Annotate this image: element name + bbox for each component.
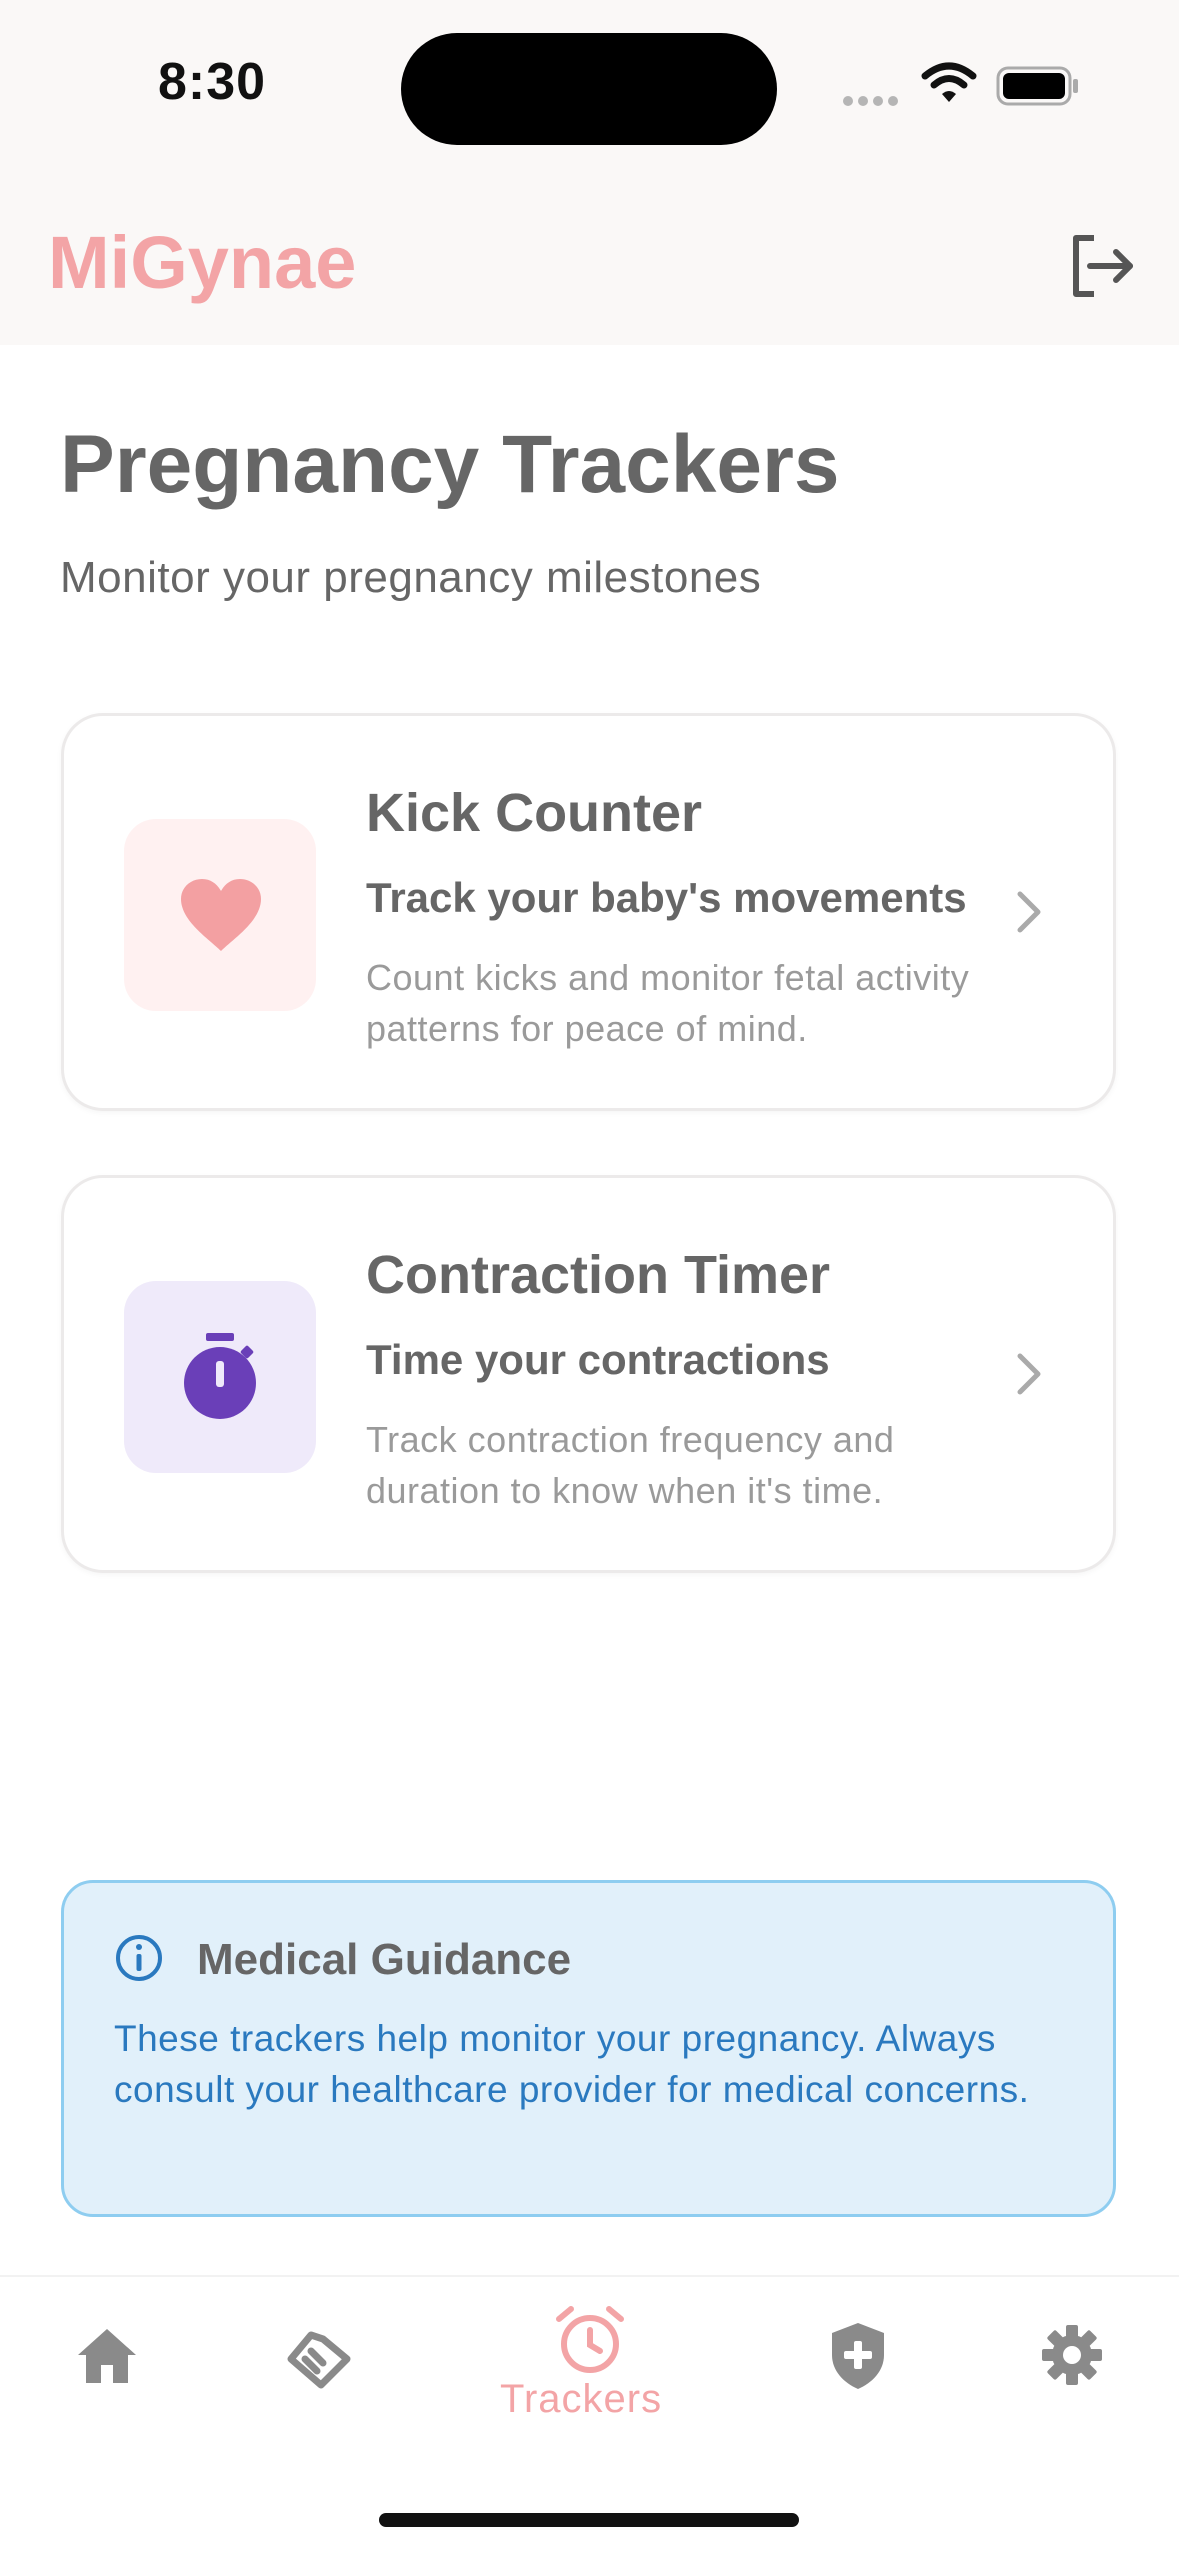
medical-guidance-box: Medical Guidance These trackers help mon…	[61, 1880, 1116, 2217]
wifi-icon	[921, 62, 977, 102]
chevron-right-icon	[1017, 891, 1041, 933]
contraction-timer-card[interactable]: Contraction Timer Time your contractions…	[61, 1175, 1116, 1573]
kick-counter-card[interactable]: Kick Counter Track your baby's movements…	[61, 713, 1116, 1111]
cellular-signal-icon	[843, 93, 903, 111]
medical-guidance-text: These trackers help monitor your pregnan…	[114, 2018, 1030, 2110]
status-bar: 8:30	[0, 0, 1179, 190]
nav-settings[interactable]	[1039, 2322, 1105, 2388]
battery-icon	[996, 66, 1078, 106]
gear-icon	[1042, 2325, 1102, 2385]
kick-counter-title: Kick Counter	[366, 783, 703, 843]
nav-trackers-label: Trackers	[500, 2377, 663, 2421]
logout-button[interactable]	[1064, 228, 1140, 304]
contraction-timer-title: Contraction Timer	[366, 1245, 831, 1305]
shield-plus-icon	[832, 2323, 884, 2389]
contraction-timer-icon-box	[124, 1281, 316, 1473]
stopwatch-icon	[184, 1333, 256, 1419]
page-subtitle: Monitor your pregnancy milestones	[60, 553, 762, 602]
nav-trackers[interactable]	[553, 2303, 627, 2377]
kick-counter-icon-box	[124, 819, 316, 1011]
nav-home[interactable]	[74, 2323, 140, 2389]
status-time: 8:30	[158, 53, 267, 111]
home-icon	[78, 2329, 136, 2383]
dynamic-island	[401, 33, 777, 145]
kick-counter-subtitle: Track your baby's movements	[366, 874, 967, 921]
medical-guidance-title: Medical Guidance	[197, 1935, 572, 1984]
alarm-icon	[556, 2306, 624, 2373]
app-title: MiGynae	[48, 221, 357, 304]
home-indicator	[379, 2513, 799, 2527]
app-bar: MiGynae	[0, 190, 1179, 345]
contraction-timer-subtitle: Time your contractions	[366, 1336, 830, 1383]
nav-health[interactable]	[828, 2321, 888, 2391]
chevron-right-icon	[1017, 1353, 1041, 1395]
heart-icon	[181, 879, 261, 951]
nav-support[interactable]	[283, 2321, 355, 2393]
contraction-timer-description: Track contraction frequency and duration…	[366, 1419, 895, 1511]
kick-counter-description: Count kicks and monitor fetal activity p…	[366, 957, 970, 1049]
page-title: Pregnancy Trackers	[60, 419, 840, 510]
info-icon	[116, 1935, 162, 1981]
logout-icon	[1073, 235, 1133, 297]
handshake-icon	[287, 2331, 351, 2389]
